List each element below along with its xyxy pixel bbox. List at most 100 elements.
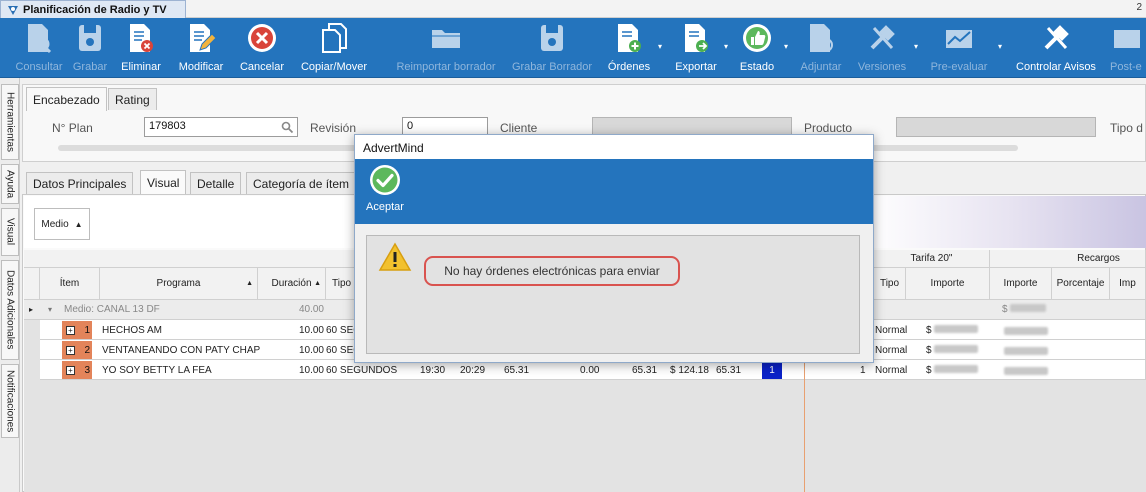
row-expander[interactable]: +2 (62, 341, 92, 359)
copy-icon (322, 23, 347, 53)
cell-tipo-d: 60 SEGUNDOS (326, 365, 398, 376)
cell-importe-2 (1004, 347, 1048, 355)
warning-icon (378, 242, 412, 271)
dialog-message: No hay órdenes electrónicas para enviar (424, 256, 680, 286)
tab-encabezado[interactable]: Encabezado (26, 87, 107, 111)
search-icon[interactable] (281, 121, 294, 134)
tab-datos-principales[interactable]: Datos Principales (26, 172, 134, 194)
group-medio-button[interactable]: Medio ▲ (34, 208, 90, 240)
exportar-dropdown-icon[interactable]: ▾ (724, 42, 728, 51)
modificar-button[interactable]: Modificar (174, 18, 228, 78)
cell-duracion: 10.00 (298, 365, 324, 376)
row-expander[interactable]: +1 (62, 321, 92, 339)
row-pointer-icon: ▸ (29, 305, 34, 314)
app-icon (8, 5, 18, 15)
exportar-button[interactable]: Exportar (670, 18, 722, 78)
cell-importe: $ (926, 345, 979, 356)
disk-draft-icon (541, 25, 563, 51)
sidetab-herramientas[interactable]: Herramientas (1, 84, 19, 160)
cell-importe-2 (1004, 327, 1048, 335)
cell-importe: $ (926, 365, 979, 376)
eliminar-button[interactable]: Eliminar (118, 18, 164, 78)
row-expander[interactable]: +3 (62, 361, 92, 379)
post-evaluar-button[interactable]: Post-e (1108, 18, 1146, 78)
col-tipo[interactable]: Tipo (874, 268, 906, 300)
window-title: Planificación de Radio y TV (23, 3, 167, 16)
cell-tipo: Normal (875, 365, 908, 376)
sidetab-notificaciones[interactable]: Notificaciones (1, 364, 19, 438)
main-toolbar: Consultar Grabar Eliminar Modificar Canc… (0, 18, 1146, 78)
col-importe[interactable]: Importe (906, 268, 990, 300)
document-search-icon (28, 24, 52, 54)
col-importe-2[interactable]: Importe (990, 268, 1052, 300)
col-item[interactable]: Ítem (40, 268, 100, 300)
expand-plus-icon: + (66, 325, 75, 335)
grabar-button[interactable]: Grabar (70, 18, 110, 78)
pre-evaluar-dropdown-icon[interactable]: ▾ (998, 42, 1002, 51)
window-tab[interactable]: Planificación de Radio y TV (0, 0, 186, 18)
cell-importe: $ (926, 325, 979, 336)
dialog-ribbon (355, 159, 873, 224)
producto-label: Producto (804, 121, 853, 135)
ordenes-dropdown-icon[interactable]: ▾ (658, 42, 662, 51)
copiar-mover-button[interactable]: Copiar/Mover (296, 18, 372, 78)
expand-plus-icon: + (66, 345, 75, 355)
reimportar-borrador-button[interactable]: Reimportar borrador (392, 18, 500, 78)
cliente-label: Cliente (500, 121, 538, 135)
group-importe: $ (1002, 304, 1047, 315)
sort-up-icon: ▲ (74, 219, 83, 229)
attach-icon (810, 24, 833, 52)
tab-categoria-item[interactable]: Categoría de ítem (246, 172, 357, 194)
pre-evaluar-button[interactable]: Pre-evaluar (926, 18, 992, 78)
group-duracion: 40.00 (298, 304, 324, 315)
document-edit-icon (190, 24, 216, 52)
col-imp[interactable]: Imp (1110, 268, 1146, 300)
plan-label: N° Plan (52, 121, 93, 135)
cell-programa: HECHOS AM (102, 325, 163, 336)
tab-visual[interactable]: Visual (140, 170, 187, 194)
col-duracion[interactable]: Duración ▲ (258, 268, 326, 300)
sort-up-icon: ▲ (246, 280, 253, 287)
cell-cantidad: 1 (860, 365, 866, 376)
col-programa[interactable]: Programa ▲ (100, 268, 258, 300)
band-tarifa: Tarifa 20" (874, 250, 990, 268)
aceptar-button[interactable]: Aceptar (362, 164, 408, 220)
cell-hora-inicio: 19:30 (420, 365, 446, 376)
cell-duracion: 10.00 (298, 345, 324, 356)
sidetab-visual[interactable]: Visual (1, 208, 19, 256)
adjuntar-button[interactable]: Adjuntar (796, 18, 846, 78)
cell-programa: YO SOY BETTY LA FEA (102, 365, 212, 376)
collapse-icon[interactable]: ▾ (48, 305, 52, 314)
cell-hora-fin: 20:29 (460, 365, 486, 376)
versiones-dropdown-icon[interactable]: ▾ (914, 42, 918, 51)
producto-field[interactable] (896, 117, 1096, 137)
chart-icon (1114, 30, 1140, 48)
revision-label: Revisión (310, 121, 357, 135)
disk-save-icon (79, 25, 101, 51)
cell-tipo: Normal (875, 345, 908, 356)
grabar-borrador-button[interactable]: Grabar Borrador (510, 18, 594, 78)
ordenes-button[interactable]: Órdenes (604, 18, 654, 78)
cell-selected[interactable]: 1 (762, 361, 782, 379)
cell-valor-1: 65.31 (504, 365, 530, 376)
tab-detalle[interactable]: Detalle (190, 172, 242, 194)
sort-up-icon: ▲ (314, 280, 321, 287)
plan-number-field[interactable]: 179803 (144, 117, 298, 137)
sidetab-ayuda[interactable]: Ayuda (1, 164, 19, 204)
col-porcentaje[interactable]: Porcentaje (1052, 268, 1110, 300)
thumbs-up-icon (743, 24, 771, 52)
versiones-button[interactable]: Versiones (854, 18, 910, 78)
controlar-avisos-button[interactable]: Controlar Avisos (1010, 18, 1102, 78)
estado-button[interactable]: Estado (736, 18, 778, 78)
expand-plus-icon: + (66, 365, 75, 375)
title-right-marker: 2 (1136, 2, 1142, 13)
tab-rating[interactable]: Rating (108, 88, 157, 110)
estado-dropdown-icon[interactable]: ▾ (784, 42, 788, 51)
orders-add-icon (618, 24, 641, 52)
cell-duracion: 10.00 (298, 325, 324, 336)
sidetab-datos-adicionales[interactable]: Datos Adicionales (1, 260, 19, 360)
cancelar-button[interactable]: Cancelar (236, 18, 288, 78)
band-recargos: Recargos (1052, 250, 1146, 268)
consultar-button[interactable]: Consultar (15, 18, 63, 78)
group-row-label: Medio: CANAL 13 DF (64, 304, 160, 315)
